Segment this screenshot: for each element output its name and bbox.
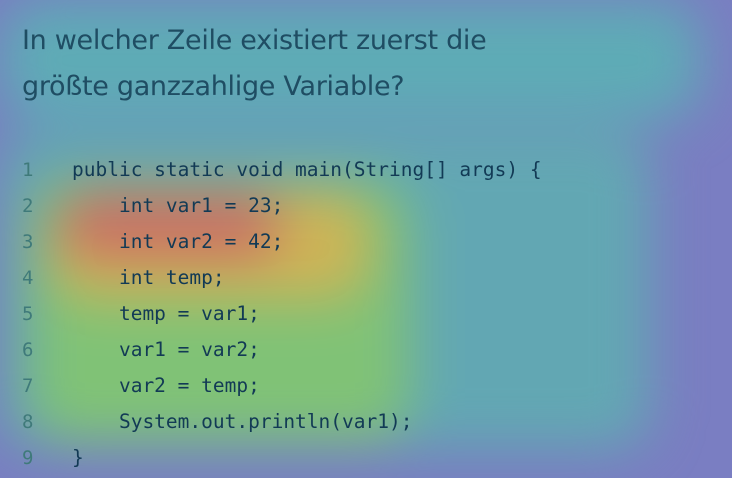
code-text: System.out.println(var1); — [72, 410, 413, 433]
code-line-9: 9} — [0, 440, 732, 476]
code-line-5: 5 temp = var1; — [0, 296, 732, 332]
code-text: var1 = var2; — [72, 338, 260, 361]
code-text: int var2 = 42; — [72, 230, 284, 253]
line-number: 7 — [22, 375, 34, 397]
code-listing: 1 public static void main(String[] args) … — [0, 152, 732, 476]
code-line-7: 7 var2 = temp; — [0, 368, 732, 404]
question-line: In welcher Zeile existiert zuerst die — [22, 25, 487, 56]
code-line-6: 6 var1 = var2; — [0, 332, 732, 368]
code-line-2: 2 int var1 = 23; — [0, 188, 732, 224]
line-number: 1 — [22, 159, 34, 181]
line-number: 4 — [22, 267, 34, 289]
code-line-3: 3 int var2 = 42; — [0, 224, 732, 260]
code-text: public static void main(String[] args) { — [72, 158, 542, 181]
code-text: } — [72, 446, 84, 469]
code-text: int temp; — [72, 266, 225, 289]
line-number: 6 — [22, 339, 34, 361]
code-line-8: 8 System.out.println(var1); — [0, 404, 732, 440]
line-number: 9 — [22, 447, 34, 469]
code-text: var2 = temp; — [72, 374, 260, 397]
question-line: größte ganzzahlige Variable? — [22, 71, 405, 102]
line-number: 5 — [22, 303, 34, 325]
code-text: int var1 = 23; — [72, 194, 284, 217]
line-number: 2 — [22, 195, 34, 217]
code-line-4: 4 int temp; — [0, 260, 732, 296]
question-title: In welcher Zeile existiert zuerst die gr… — [22, 18, 487, 110]
line-number: 3 — [22, 231, 34, 253]
line-number: 8 — [22, 411, 34, 433]
code-text: temp = var1; — [72, 302, 260, 325]
code-line-1: 1 public static void main(String[] args) … — [0, 152, 732, 188]
